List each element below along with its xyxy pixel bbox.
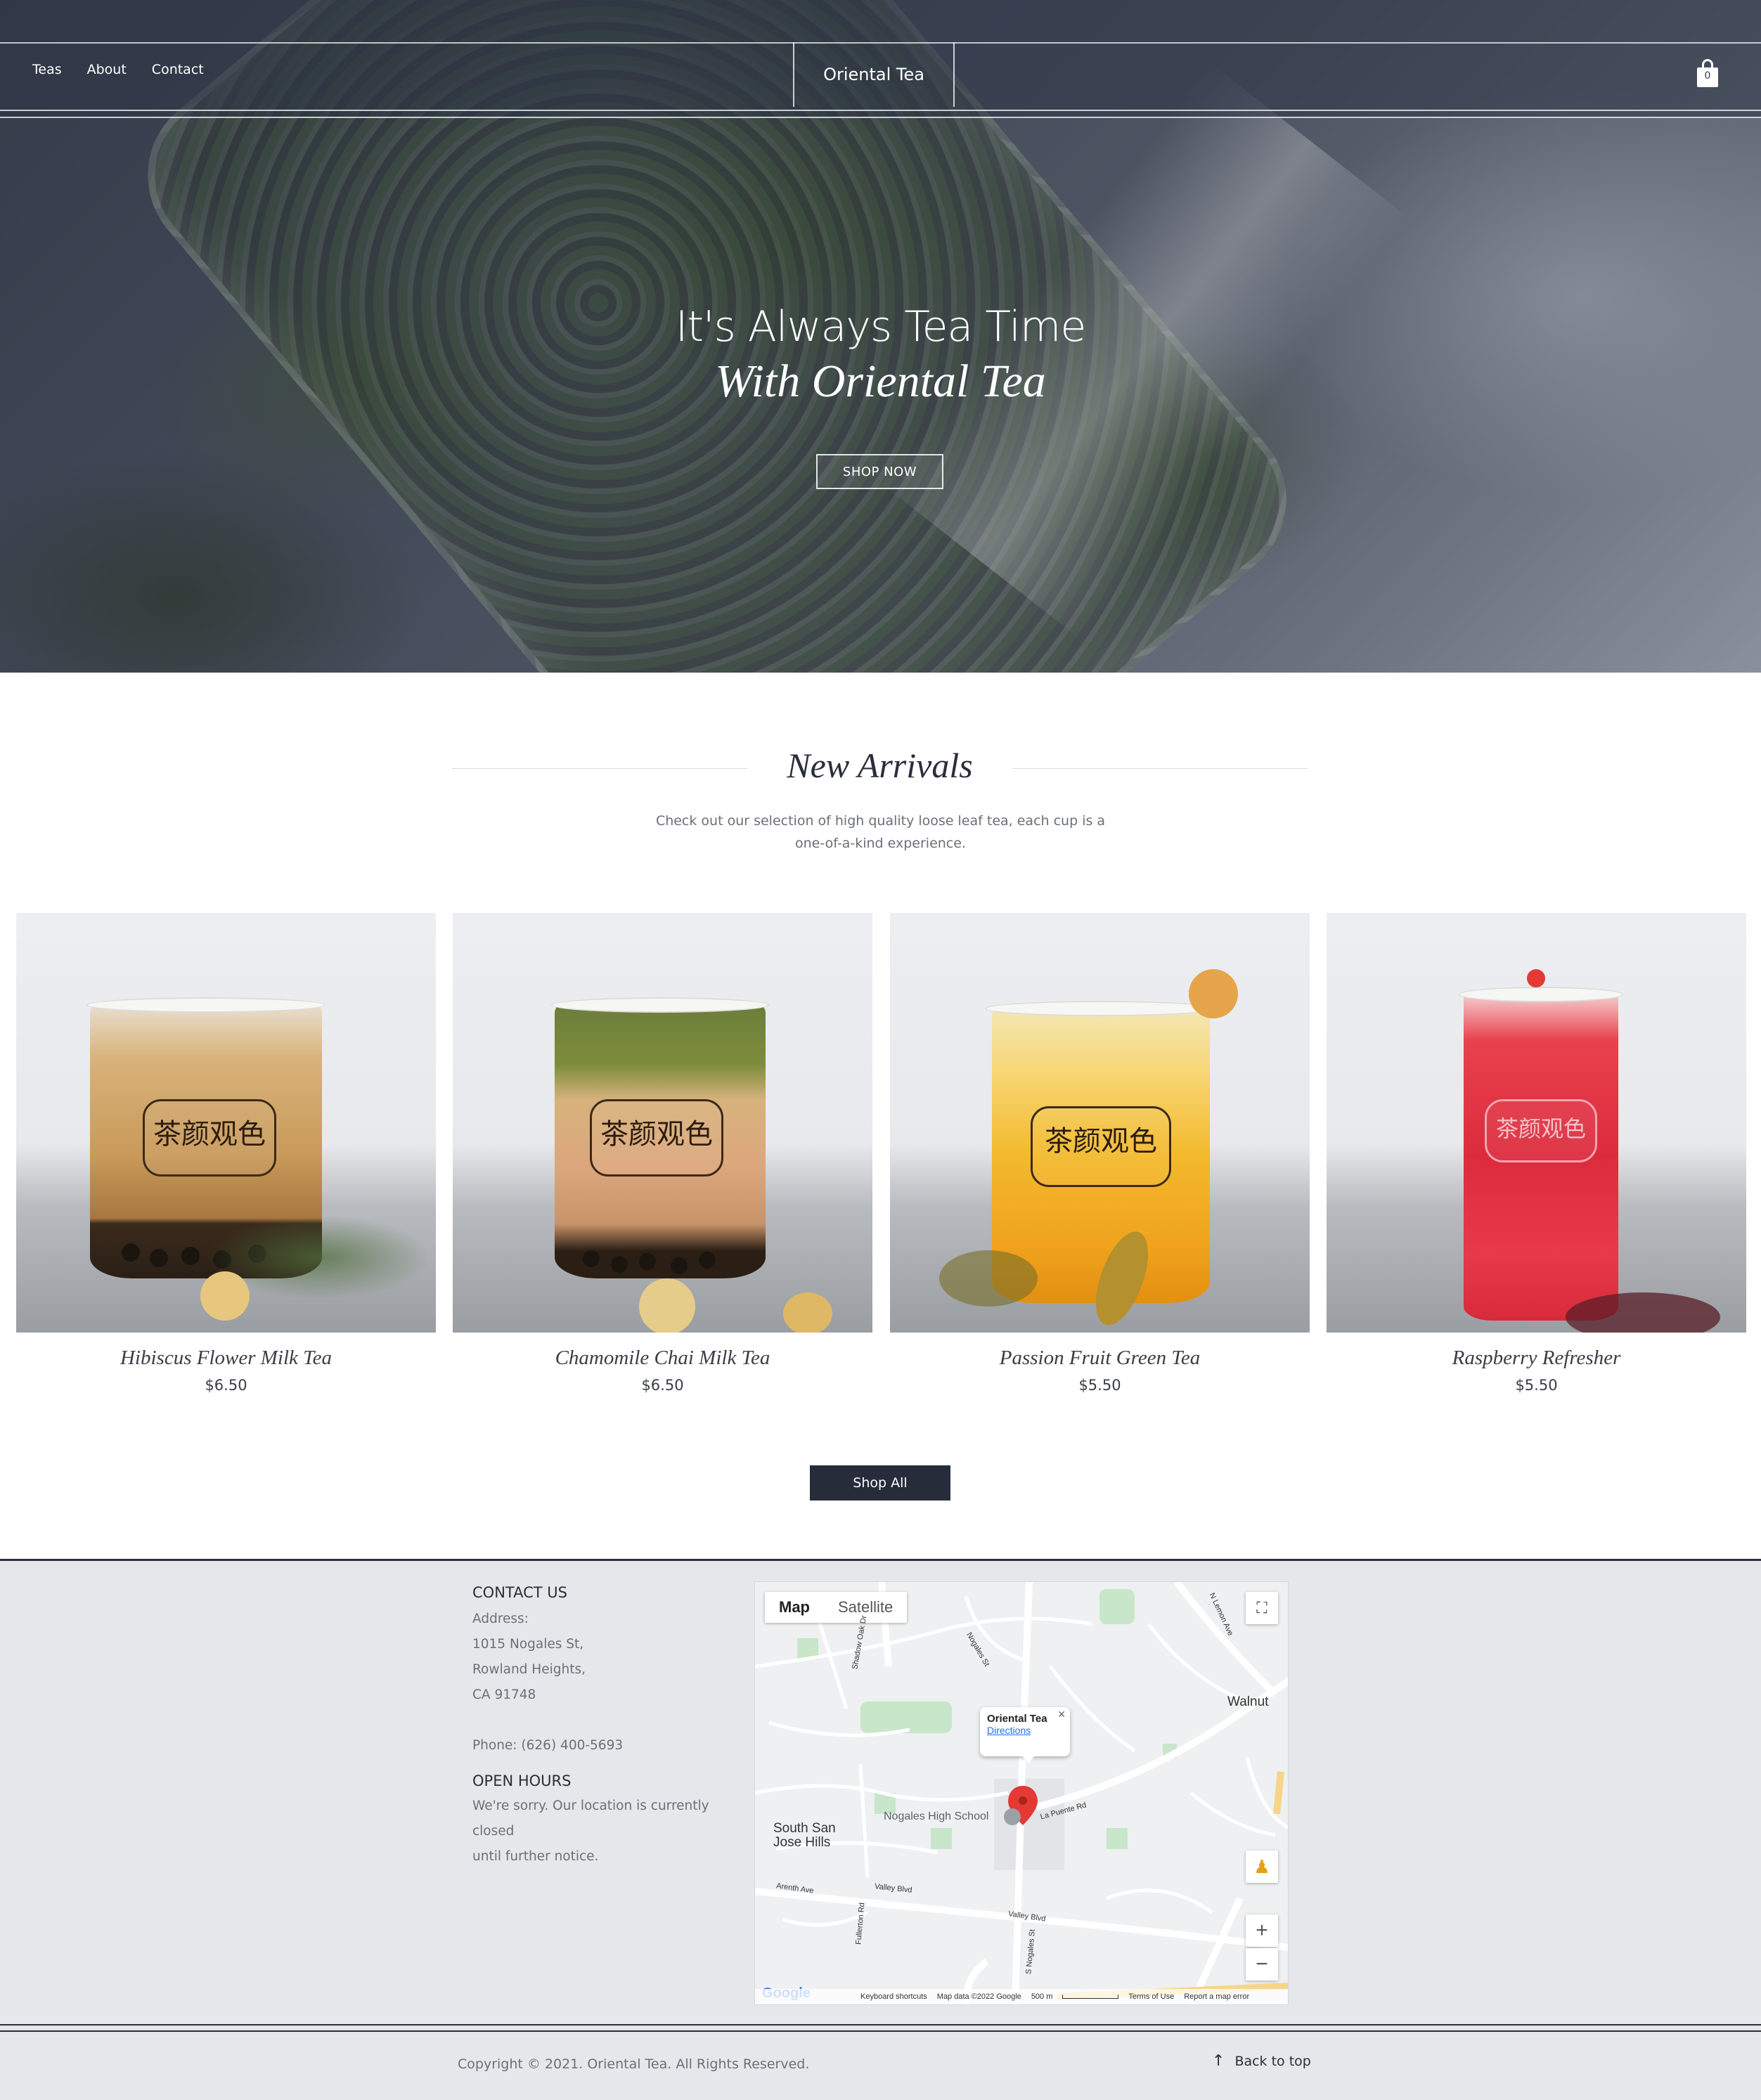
- product-price: $5.50: [1515, 1377, 1558, 1394]
- product-card[interactable]: 茶颜观色 Hibiscus Flower Milk Tea $6.50: [16, 913, 436, 1394]
- product-name[interactable]: Hibiscus Flower Milk Tea: [16, 1347, 436, 1370]
- product-price: $6.50: [641, 1377, 684, 1394]
- map-tab-map[interactable]: Map: [765, 1592, 824, 1623]
- section-subtitle: Check out our selection of high quality …: [655, 813, 1106, 851]
- hero-title-line2: With Oriental Tea: [715, 356, 1046, 407]
- map-place-name: Oriental Tea: [987, 1713, 1047, 1725]
- map-info-window: Oriental Tea Directions ✕: [980, 1707, 1070, 1756]
- arrow-up-icon: ↑: [1212, 2052, 1225, 2070]
- product-name[interactable]: Chamomile Chai Milk Tea: [453, 1347, 872, 1370]
- map-type-toggle: Map Satellite: [765, 1592, 908, 1623]
- phone-number: Phone: (626) 400-5693: [472, 1738, 624, 1753]
- map-scale[interactable]: 500 m: [1031, 1992, 1053, 2001]
- site-logo[interactable]: Oriental Tea: [793, 42, 955, 107]
- divider: [452, 768, 747, 769]
- product-price: $6.50: [205, 1377, 247, 1394]
- shop-all-button[interactable]: Shop All: [810, 1465, 950, 1501]
- product-card[interactable]: 茶颜观色 Passion Fruit Green Tea $5.50: [890, 913, 1310, 1394]
- product-name[interactable]: Raspberry Refresher: [1327, 1347, 1746, 1370]
- product-image[interactable]: 茶颜观色: [453, 913, 872, 1333]
- back-to-top-link[interactable]: ↑ Back to top: [1212, 2052, 1311, 2070]
- product-image[interactable]: 茶颜观色: [1327, 913, 1746, 1333]
- map-attribution: Keyboard shortcuts Map data ©2022 Google…: [755, 1989, 1288, 2004]
- main-nav: Teas About Contact: [32, 62, 204, 77]
- terms-link[interactable]: Terms of Use: [1128, 1992, 1174, 2001]
- product-price: $5.50: [1078, 1377, 1121, 1394]
- nav-link-teas[interactable]: Teas: [32, 62, 62, 77]
- product-image[interactable]: 茶颜观色: [890, 913, 1310, 1333]
- pegman-icon[interactable]: ♟: [1246, 1851, 1278, 1883]
- keyboard-shortcuts-link[interactable]: Keyboard shortcuts: [860, 1992, 927, 2001]
- cart-icon[interactable]: 0: [1696, 59, 1720, 87]
- nav-link-contact[interactable]: Contact: [152, 62, 204, 77]
- contact-info: CONTACT US Address: 1015 Nogales St, Row…: [472, 1584, 754, 1869]
- zoom-out-icon[interactable]: −: [1246, 1948, 1278, 1981]
- close-icon[interactable]: ✕: [1057, 1709, 1066, 1720]
- product-name[interactable]: Passion Fruit Green Tea: [890, 1347, 1310, 1370]
- hours-heading: OPEN HOURS: [472, 1772, 572, 1789]
- zoom-in-icon[interactable]: +: [1246, 1914, 1278, 1947]
- map-roads: [755, 1582, 1288, 2004]
- contact-heading: CONTACT US: [472, 1584, 567, 1601]
- shop-now-button[interactable]: SHOP NOW: [816, 454, 943, 489]
- fullscreen-icon[interactable]: ⛶: [1246, 1592, 1278, 1624]
- copyright-text: Copyright © 2021. Oriental Tea. All Righ…: [458, 2056, 810, 2072]
- hero-title-line1: It's Always Tea Time: [675, 302, 1087, 351]
- product-card[interactable]: 茶颜观色 Chamomile Chai Milk Tea $6.50: [453, 913, 872, 1394]
- google-map[interactable]: Map Satellite ⛶ ♟ + − Oriental Tea Direc…: [754, 1581, 1289, 2005]
- directions-link[interactable]: Directions: [987, 1725, 1063, 1736]
- nav-link-about[interactable]: About: [87, 62, 127, 77]
- divider: [1012, 768, 1308, 769]
- cart-count: 0: [1704, 70, 1711, 82]
- product-image[interactable]: 茶颜观色: [16, 913, 436, 1333]
- section-title: New Arrivals: [787, 746, 973, 785]
- report-error-link[interactable]: Report a map error: [1184, 1992, 1249, 2001]
- product-card[interactable]: 茶颜观色 Raspberry Refresher $5.50: [1327, 913, 1746, 1394]
